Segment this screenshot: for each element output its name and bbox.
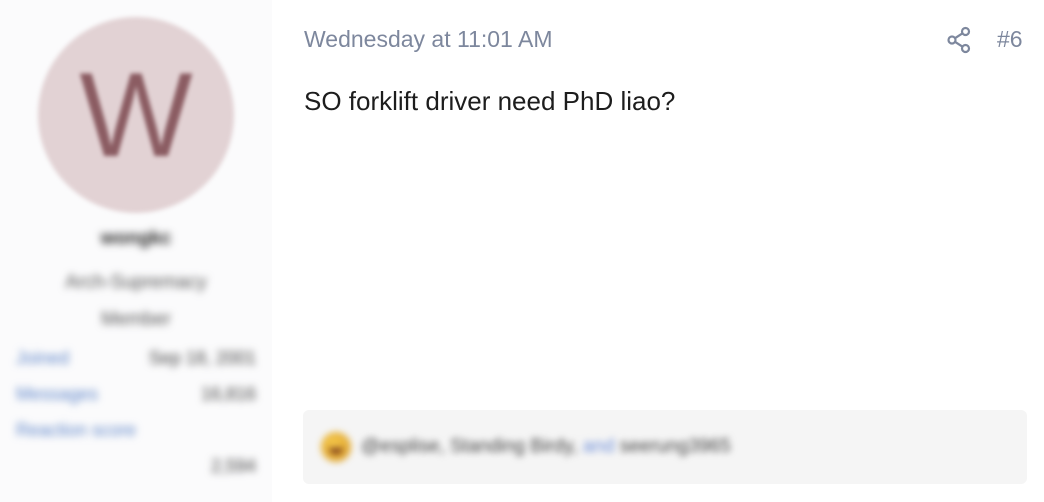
stat-row-joined: Joined Sep 18, 2001 xyxy=(16,343,256,379)
avatar[interactable]: W xyxy=(38,17,234,213)
stat-row-messages: Messages 16,816 xyxy=(16,379,256,415)
reactors-names: @esplise, Standing Birdy, xyxy=(361,436,578,457)
forum-post: W wongkc Arch-Supremacy Member Joined Se… xyxy=(0,0,1044,502)
share-icon[interactable] xyxy=(946,26,972,54)
stat-row-extra: 2,594 xyxy=(16,451,256,487)
reactors-more-link[interactable]: and xyxy=(583,436,615,457)
username[interactable]: wongkc xyxy=(0,228,272,250)
reactions-content: @esplise, Standing Birdy, and seerung396… xyxy=(303,432,731,462)
user-info-column: W wongkc Arch-Supremacy Member Joined Se… xyxy=(0,0,272,502)
stat-value: 2,594 xyxy=(210,456,256,476)
reactors-list[interactable]: @esplise, Standing Birdy, and seerung396… xyxy=(361,436,731,458)
stat-label: Messages xyxy=(16,384,99,404)
laughing-emoji-icon xyxy=(321,432,351,462)
stat-value: Sep 18, 2001 xyxy=(148,348,256,368)
user-title: Arch-Supremacy Member xyxy=(65,272,207,330)
reactions-bar[interactable]: @esplise, Standing Birdy, and seerung396… xyxy=(303,410,1027,484)
stat-label: Joined xyxy=(16,348,70,368)
user-stats: Joined Sep 18, 2001 Messages 16,816 Reac… xyxy=(16,343,256,487)
stat-value: 16,816 xyxy=(200,384,256,404)
post-message: SO forklift driver need PhD liao? xyxy=(304,86,676,116)
post-number-link[interactable]: #6 xyxy=(997,26,1023,53)
avatar-letter: W xyxy=(79,48,193,182)
stat-label: Reaction score xyxy=(16,420,137,440)
stat-row-reaction-score: Reaction score xyxy=(16,415,256,451)
reactors-last-name: seerung3965 xyxy=(619,436,731,457)
post-date[interactable]: Wednesday at 11:01 AM xyxy=(304,26,552,53)
